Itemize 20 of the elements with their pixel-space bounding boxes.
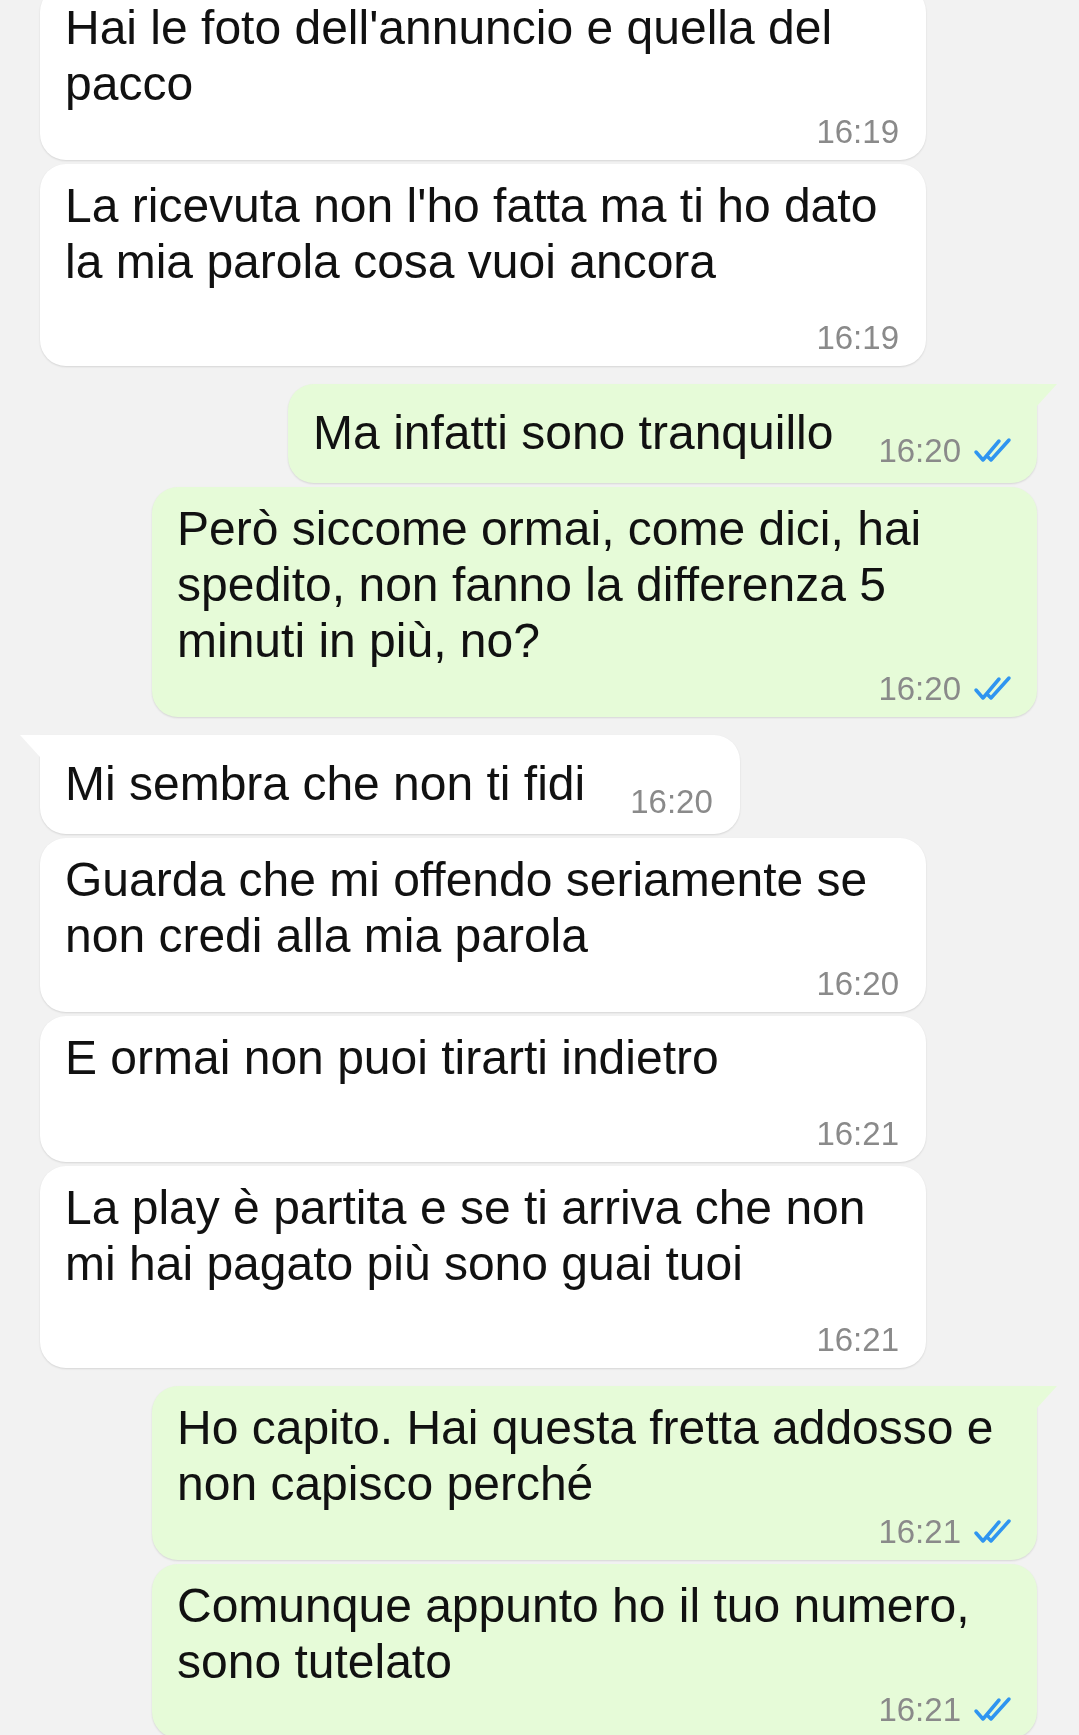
message-text: La play è partita e se ti arriva che non mi hai pagato più sono guai tuoi [65,1180,867,1292]
message-text: Comunque appunto ho il tuo numero, sono tutelato [177,1578,971,1690]
message-time: 16:21 [816,1114,899,1154]
message-time: 16:21 [816,1320,899,1360]
message-text: Ho capito. Hai questa fretta addosso e non capisco perché [177,1400,995,1512]
message-time: 16:21 [878,1690,961,1730]
message-time: 16:21 [878,1512,961,1552]
message-text: Mi sembra che non ti fidi [65,756,586,812]
message-time: 16:20 [630,782,713,822]
message-text: Guarda che mi offendo seriamente se non credi alla mia parola [65,852,869,964]
message-text: Però siccome ormai, come dici, hai spedito, non fanno la differenza 5 minuti in più, no? [177,501,923,669]
message-text: E ormai non puoi tirarti indietro [65,1030,720,1086]
message-text: La ricevuta non l'ho fatta ma ti ho dato la mia parola cosa vuoi ancora [65,178,879,290]
message-text: Hai le foto dell'annuncio e quella del pacco [65,0,834,112]
message-time: 16:19 [816,112,899,152]
message-time: 16:19 [816,318,899,358]
message-text: Ma infatti sono tranquillo [313,405,834,461]
message-time: 16:20 [816,964,899,1004]
message-time: 16:20 [878,669,961,709]
message-time: 16:20 [878,431,961,471]
